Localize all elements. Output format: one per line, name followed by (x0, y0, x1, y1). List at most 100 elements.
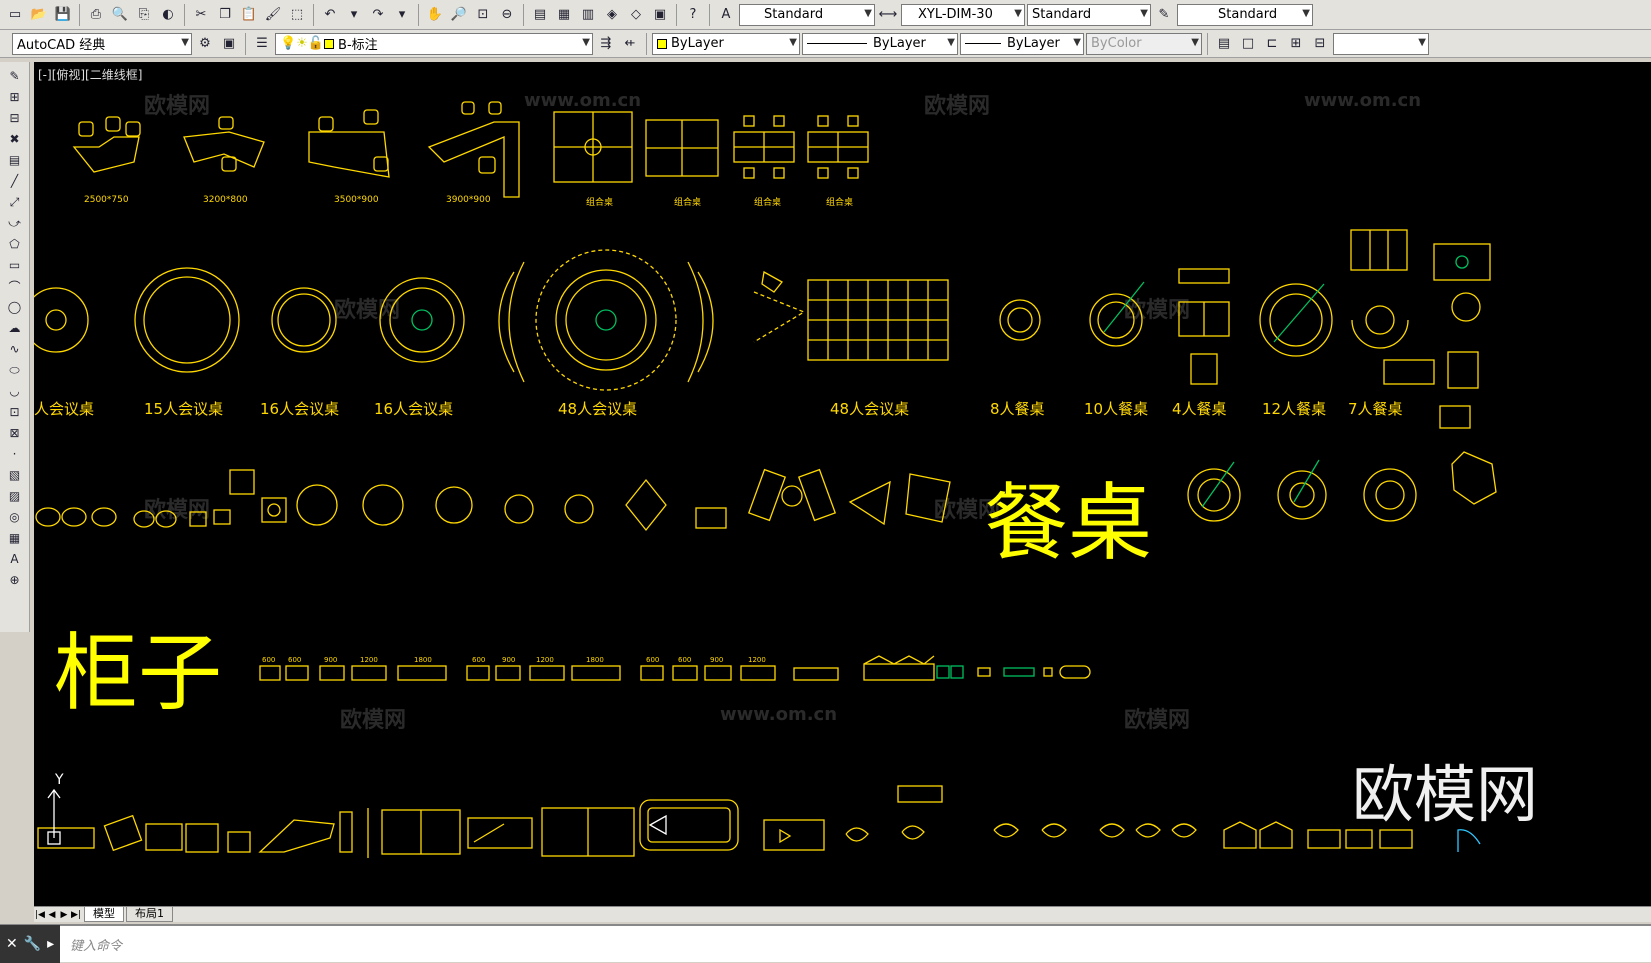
layer-select[interactable]: 💡☀🔓 B-标注 ▼ (275, 32, 593, 55)
layout-tabs-bar: |◀ ◀ ▶ ▶| 模型 布局1 (34, 906, 1651, 922)
layer-previous-icon[interactable]: ⇷ (619, 33, 641, 55)
insert-block-icon[interactable]: ⊡ (3, 402, 27, 422)
clip-viewport-icon[interactable]: ⊟ (1309, 33, 1331, 55)
wrench-icon[interactable]: 🔧 (24, 936, 41, 952)
zoom-previous-icon[interactable]: ⊖ (496, 4, 518, 26)
undo-icon[interactable]: ↶ (319, 4, 341, 26)
zoom-realtime-icon[interactable]: 🔎 (448, 4, 470, 26)
viewport-scale-select[interactable]: ▼ (1333, 32, 1429, 55)
text-style-select[interactable]: Standard ▼ (739, 3, 875, 26)
save-icon[interactable]: 💾 (52, 4, 74, 26)
separator (418, 3, 419, 26)
match-properties-icon[interactable]: 🖌 (262, 4, 284, 26)
desk-label: 3900*900 (446, 195, 491, 205)
markup-icon[interactable]: ◇ (625, 4, 647, 26)
rectangle-icon[interactable]: ▭ (3, 255, 27, 275)
first-tab-icon[interactable]: |◀ (34, 910, 46, 920)
single-viewport-icon[interactable]: □ (1237, 33, 1259, 55)
color-select[interactable]: ByLayer ▼ (652, 32, 800, 55)
region-icon[interactable]: ◎ (3, 507, 27, 527)
chevron-down-icon: ▼ (1014, 7, 1022, 19)
prev-tab-icon[interactable]: ◀ (46, 910, 58, 920)
open-file-icon[interactable]: 📂 (28, 4, 50, 26)
close-icon[interactable]: ✕ (6, 936, 18, 952)
revcloud-icon[interactable]: ☁ (3, 318, 27, 338)
text-style-icon[interactable]: A (715, 4, 737, 26)
properties-icon[interactable]: ▤ (529, 4, 551, 26)
block-editor-icon[interactable]: ⬚ (286, 4, 308, 26)
paste-icon[interactable]: 📋 (238, 4, 260, 26)
layer-manager-icon[interactable]: ☰ (251, 33, 273, 55)
undo-dropdown-icon[interactable]: ▾ (343, 4, 365, 26)
block-icon[interactable]: ⊞ (3, 87, 27, 107)
3d-dwf-icon[interactable]: ◐ (157, 4, 179, 26)
lineweight-select[interactable]: ByLayer ▼ (960, 32, 1084, 55)
point-icon[interactable]: · (3, 444, 27, 464)
cluster-desk-2 (645, 119, 719, 177)
help-icon[interactable]: ? (682, 4, 704, 26)
make-layer-current-icon[interactable]: ⇶ (595, 33, 617, 55)
mleader-style-select[interactable]: Standard ▼ (1177, 3, 1313, 26)
mtext-icon[interactable]: A (3, 549, 27, 569)
separator (79, 3, 80, 26)
tool-palettes-icon[interactable]: ▥ (577, 4, 599, 26)
polygonal-viewport-icon[interactable]: ⊏ (1261, 33, 1283, 55)
polyline-icon[interactable]: ⤻ (3, 213, 27, 233)
circle-icon[interactable]: ◯ (3, 297, 27, 317)
last-tab-icon[interactable]: ▶| (70, 910, 82, 920)
dim-style-icon[interactable]: ⟷ (877, 4, 899, 26)
dim-style-select[interactable]: XYL-DIM-30 ▼ (901, 3, 1025, 26)
gradient-icon[interactable]: ▨ (3, 486, 27, 506)
ellipse-icon[interactable]: ⬭ (3, 360, 27, 380)
erase-block-icon[interactable]: ✖ (3, 129, 27, 149)
table-label: 4人餐桌 (1172, 400, 1227, 418)
pan-icon[interactable]: ✋ (424, 4, 446, 26)
sheet-set-icon[interactable]: ◈ (601, 4, 623, 26)
polygon-icon[interactable]: ⬠ (3, 234, 27, 254)
arc-icon[interactable]: ⌒ (3, 276, 27, 296)
viewport-icon[interactable]: ▤ (1213, 33, 1235, 55)
hatch-icon[interactable]: ▧ (3, 465, 27, 485)
table-label: 48人会议桌 (830, 400, 910, 418)
tab-model[interactable]: 模型 (84, 907, 124, 922)
design-center-icon[interactable]: ▦ (553, 4, 575, 26)
next-tab-icon[interactable]: ▶ (58, 910, 70, 920)
ellipse-arc-icon[interactable]: ◡ (3, 381, 27, 401)
construction-line-icon[interactable]: ⤢ (3, 192, 27, 212)
workspace-select[interactable]: AutoCAD 经典 ▼ (12, 32, 192, 55)
make-block-icon[interactable]: ⊠ (3, 423, 27, 443)
linetype-select[interactable]: ByLayer ▼ (802, 32, 958, 55)
table-style-select[interactable]: Standard ▼ (1027, 3, 1151, 26)
mleader-style-icon[interactable]: ✎ (1153, 4, 1175, 26)
workspace-save-icon[interactable]: ▣ (218, 33, 240, 55)
table-label: 48人会议桌 (558, 400, 638, 418)
attribute-icon[interactable]: ▤ (3, 150, 27, 170)
insert-icon[interactable]: ⊟ (3, 108, 27, 128)
print-icon[interactable]: ⎙ (85, 4, 107, 26)
add-selected-icon[interactable]: ⊕ (3, 570, 27, 590)
edit-icon[interactable]: ✎ (3, 66, 27, 86)
spline-icon[interactable]: ∿ (3, 339, 27, 359)
redo-icon[interactable]: ↷ (367, 4, 389, 26)
convert-viewport-icon[interactable]: ⊞ (1285, 33, 1307, 55)
publish-icon[interactable]: ⎘ (133, 4, 155, 26)
table-label: 8人餐桌 (990, 400, 1045, 418)
print-preview-icon[interactable]: 🔍 (109, 4, 131, 26)
line-icon[interactable]: ╱ (3, 171, 27, 191)
office-desk-3500 (308, 109, 390, 178)
table-icon[interactable]: ▦ (3, 528, 27, 548)
chevron-down-icon: ▼ (789, 36, 797, 48)
command-history-icon[interactable]: ▸ (47, 936, 54, 952)
desk-label: 3500*900 (334, 195, 379, 205)
command-input[interactable]: 键入命令 (60, 935, 122, 954)
linetype-value: ByLayer (873, 36, 926, 51)
new-file-icon[interactable]: ▭ (4, 4, 26, 26)
redo-dropdown-icon[interactable]: ▾ (391, 4, 413, 26)
zoom-window-icon[interactable]: ⊡ (472, 4, 494, 26)
tab-layout1[interactable]: 布局1 (126, 907, 173, 922)
calculator-icon[interactable]: ▣ (649, 4, 671, 26)
copy-icon[interactable]: ❐ (214, 4, 236, 26)
workspace-settings-icon[interactable]: ⚙ (194, 33, 216, 55)
cut-icon[interactable]: ✂ (190, 4, 212, 26)
drawing-canvas[interactable]: [-][俯视][二维线框] 欧模网 www.om.cn 欧模网 www.om.c… (34, 62, 1651, 906)
